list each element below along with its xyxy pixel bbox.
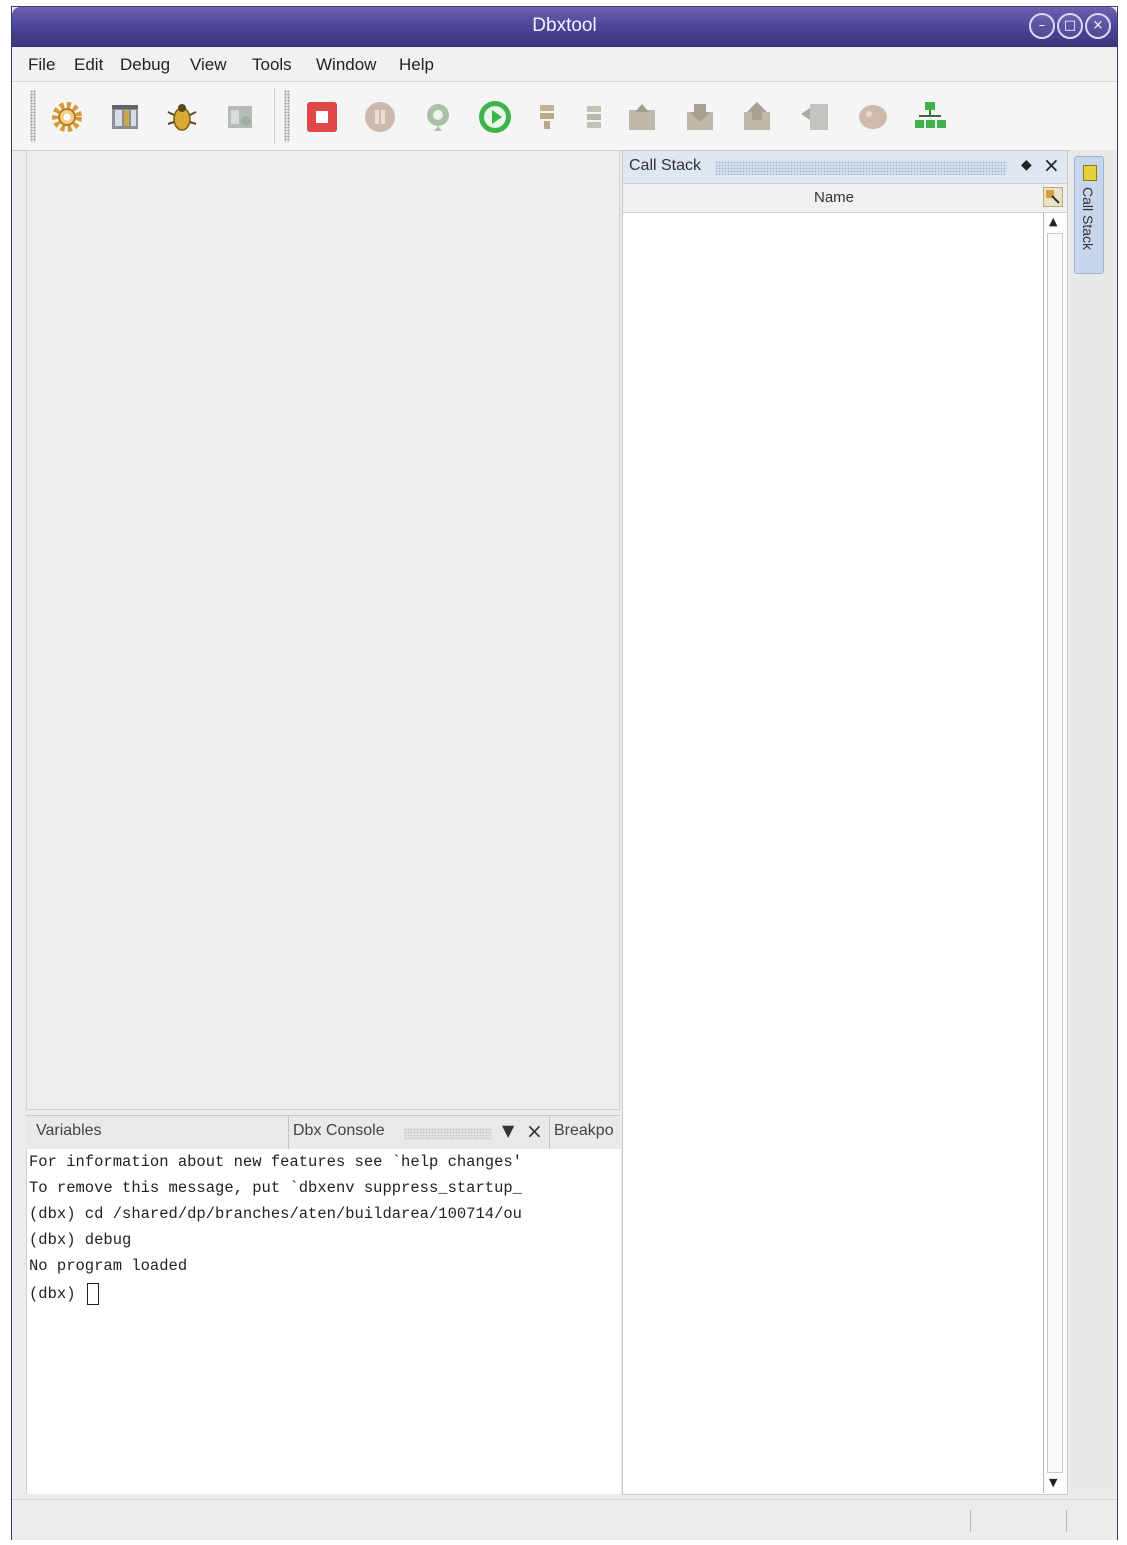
pin-icon[interactable]: ◆ xyxy=(1021,157,1032,173)
minimize-button[interactable]: – xyxy=(1029,13,1055,39)
scroll-track[interactable] xyxy=(1047,233,1063,1473)
status-divider xyxy=(1066,1510,1067,1532)
restart-icon[interactable] xyxy=(420,99,456,135)
window-title: Dbxtool xyxy=(532,15,597,36)
run-to-cursor-icon[interactable] xyxy=(797,99,833,135)
call-stack-tab-icon xyxy=(1083,165,1097,181)
text-cursor xyxy=(86,1283,99,1305)
tab-dbx-console[interactable]: Dbx Console xyxy=(293,1122,385,1140)
call-stack-title: Call Stack xyxy=(629,157,702,174)
console-line: (dbx) debug xyxy=(29,1231,132,1249)
console-prompt-line[interactable]: (dbx) xyxy=(29,1283,99,1305)
console-line: (dbx) cd /shared/dp/branches/aten/builda… xyxy=(29,1205,522,1223)
toolbar xyxy=(12,82,1117,151)
menu-view[interactable]: View xyxy=(190,55,227,75)
scroll-up-icon[interactable]: ▲ xyxy=(1049,215,1057,228)
pause-icon[interactable] xyxy=(362,99,398,135)
executable-icon[interactable] xyxy=(107,99,143,135)
vertical-scrollbar[interactable]: ▲ ▼ xyxy=(1043,213,1066,1493)
toolbar-grip[interactable] xyxy=(284,90,290,142)
toolbar-grip[interactable] xyxy=(30,90,36,142)
close-window-button[interactable]: × xyxy=(1085,13,1111,39)
step-into-icon[interactable] xyxy=(576,99,612,135)
tab-grip xyxy=(404,1128,492,1140)
attach-process-icon[interactable] xyxy=(222,99,258,135)
console-line: For information about new features see `… xyxy=(29,1153,522,1171)
app-window: Dbxtool – □ × File Edit Debug View Tools… xyxy=(11,6,1118,1540)
console-line: To remove this message, put `dbxenv supp… xyxy=(29,1179,522,1197)
stop-icon[interactable] xyxy=(304,99,340,135)
menu-tools[interactable]: Tools xyxy=(252,55,292,75)
bottom-tab-bar: Variables Dbx Console ▼ × Breakpo xyxy=(26,1115,620,1151)
continue-icon[interactable] xyxy=(477,99,513,135)
console-prompt: (dbx) xyxy=(29,1285,85,1304)
menu-bar: File Edit Debug View Tools Window Help xyxy=(12,49,1117,82)
menu-debug[interactable]: Debug xyxy=(120,55,170,75)
up-stack-icon[interactable] xyxy=(682,99,718,135)
network-icon[interactable] xyxy=(912,99,948,135)
status-bar xyxy=(12,1499,1117,1540)
header-grip xyxy=(715,161,1007,175)
column-name-header[interactable]: Name xyxy=(623,189,1045,206)
scroll-down-icon[interactable]: ▼ xyxy=(1049,1476,1057,1489)
debug-bug-icon[interactable] xyxy=(164,99,200,135)
close-tab-icon[interactable]: × xyxy=(526,1119,543,1143)
options-gear-icon[interactable] xyxy=(49,99,85,135)
fix-icon[interactable] xyxy=(855,99,891,135)
tab-divider xyxy=(288,1116,289,1150)
status-divider xyxy=(970,1510,971,1532)
tab-divider xyxy=(549,1116,550,1150)
tab-breakpoints[interactable]: Breakpo xyxy=(554,1122,614,1140)
step-out-icon[interactable] xyxy=(624,99,660,135)
dbx-console-output[interactable]: For information about new features see `… xyxy=(26,1149,621,1494)
column-header: Name xyxy=(623,184,1067,213)
toolbar-divider xyxy=(274,88,275,144)
side-tab-call-stack[interactable]: Call Stack xyxy=(1074,156,1104,274)
title-bar[interactable]: Dbxtool – □ × xyxy=(12,7,1117,47)
maximize-button[interactable]: □ xyxy=(1057,13,1083,39)
column-chooser-icon[interactable] xyxy=(1043,187,1063,207)
tab-menu-chevron-icon[interactable]: ▼ xyxy=(502,1121,514,1140)
editor-pane[interactable] xyxy=(26,150,620,1110)
call-stack-header[interactable]: Call Stack ◆ × xyxy=(623,151,1067,184)
menu-help[interactable]: Help xyxy=(399,55,434,75)
menu-window[interactable]: Window xyxy=(316,55,376,75)
down-stack-icon[interactable] xyxy=(739,99,775,135)
tab-variables[interactable]: Variables xyxy=(36,1122,102,1140)
close-panel-icon[interactable]: × xyxy=(1043,153,1060,177)
step-over-icon[interactable] xyxy=(529,99,565,135)
side-tab-label: Call Stack xyxy=(1080,187,1096,251)
console-line: No program loaded xyxy=(29,1257,188,1275)
side-tab-strip: Call Stack xyxy=(1070,150,1117,1495)
call-stack-panel: Call Stack ◆ × Name ▲ ▼ xyxy=(622,150,1068,1495)
menu-edit[interactable]: Edit xyxy=(74,55,103,75)
menu-file[interactable]: File xyxy=(28,55,55,75)
